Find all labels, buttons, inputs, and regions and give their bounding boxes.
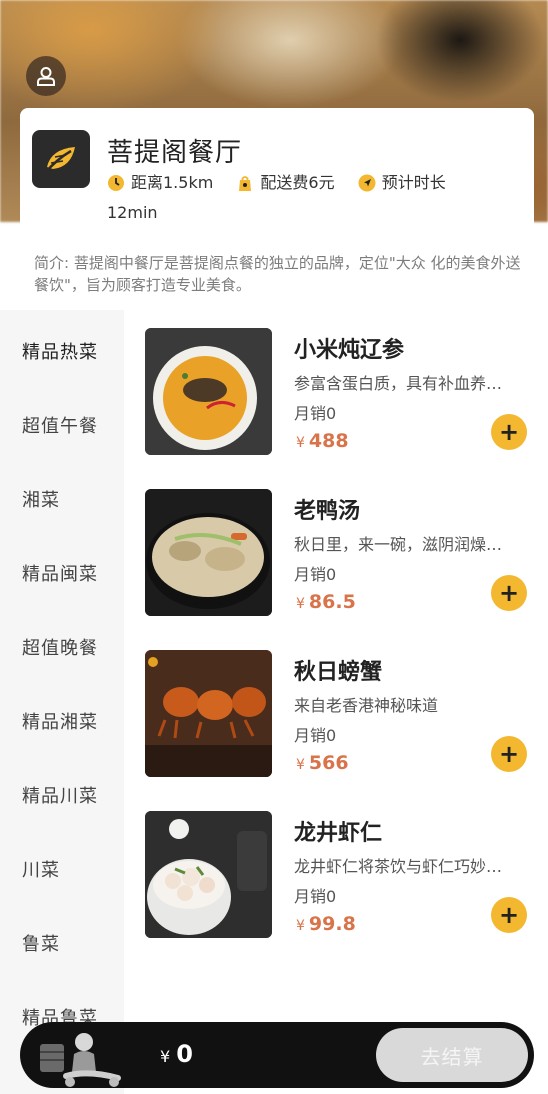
category-item[interactable]: 超值午餐	[22, 412, 98, 438]
plus-icon: +	[498, 579, 520, 607]
distance-info: 距离1.5km	[107, 170, 213, 196]
plus-icon: +	[498, 418, 520, 446]
dish-name: 老鸭汤	[294, 499, 361, 524]
dish-name: 小米炖辽参	[294, 338, 405, 363]
delivery-fee-text: 配送费6元	[260, 173, 335, 192]
cart-total: ¥0	[160, 1040, 193, 1068]
dish-image	[145, 328, 272, 455]
dish-price: ¥488	[296, 430, 349, 452]
dish-name: 秋日螃蟹	[294, 660, 383, 685]
add-to-cart-button[interactable]: +	[491, 575, 527, 611]
currency-symbol: ¥	[296, 596, 305, 612]
eta-label: 预计时长	[381, 173, 446, 192]
dish-sales: 月销0	[294, 404, 337, 423]
dish-sales: 月销0	[294, 565, 337, 584]
navigation-icon	[358, 174, 376, 192]
category-sidebar: 精品热菜 超值午餐 湘菜 精品闽菜 超值晚餐 精品湘菜 精品川菜 川菜 鲁菜 精…	[0, 310, 124, 1094]
dish-sales: 月销0	[294, 726, 337, 745]
category-item[interactable]: 精品湘菜	[22, 708, 98, 734]
dish-description: 来自老香港神秘味道	[294, 696, 439, 715]
currency-symbol: ¥	[160, 1047, 171, 1066]
price-value: 566	[308, 752, 349, 774]
category-item[interactable]: 湘菜	[22, 486, 60, 512]
bag-icon	[236, 174, 254, 192]
restaurant-logo	[32, 130, 90, 188]
add-to-cart-button[interactable]: +	[491, 736, 527, 772]
dish-sales: 月销0	[294, 887, 337, 906]
leaf-icon	[44, 147, 75, 174]
dish-item[interactable]: 小米炖辽参 参富含蛋白质，具有补血养颜之功效 月销0 ¥488 +	[145, 328, 535, 458]
dish-image	[145, 650, 272, 777]
category-item[interactable]: 精品川菜	[22, 782, 98, 808]
dish-item[interactable]: 秋日螃蟹 来自老香港神秘味道 月销0 ¥566 +	[145, 650, 535, 780]
category-item[interactable]: 鲁菜	[22, 930, 60, 956]
currency-symbol: ¥	[296, 918, 305, 934]
eta-info: 预计时长	[358, 170, 446, 196]
delivery-fee-info: 配送费6元	[236, 170, 335, 196]
user-avatar-button[interactable]	[26, 56, 66, 96]
restaurant-name: 菩提阁餐厅	[107, 138, 243, 168]
restaurant-intro: 简介: 菩提阁中餐厅是菩提阁点餐的独立的品牌，定位"大众 化的美食外送餐饮"，旨…	[34, 254, 521, 294]
dish-description: 秋日里，来一碗，滋阴润燥好味道	[294, 535, 504, 554]
plus-icon: +	[498, 740, 520, 768]
category-item[interactable]: 精品闽菜	[22, 560, 98, 586]
cart-bar: ¥0 去结算	[20, 1022, 534, 1088]
plus-icon: +	[498, 901, 520, 929]
restaurant-info-card: 菩提阁餐厅 距离1.5km 配送费6元 预计时长 12min 简介: 菩提阁中餐…	[20, 108, 534, 294]
currency-symbol: ¥	[296, 757, 305, 773]
clock-icon	[107, 174, 125, 192]
price-value: 488	[308, 430, 349, 452]
category-item[interactable]: 精品热菜	[22, 338, 98, 364]
category-item[interactable]: 川菜	[22, 856, 60, 882]
currency-symbol: ¥	[296, 435, 305, 451]
dish-item[interactable]: 龙井虾仁 龙井虾仁将茶饮与虾仁巧妙结合 月销0 ¥99.8 +	[145, 811, 535, 941]
price-value: 99.8	[308, 913, 356, 935]
dish-price: ¥566	[296, 752, 349, 774]
user-icon	[37, 67, 55, 86]
price-value: 86.5	[308, 591, 356, 613]
dish-price: ¥86.5	[296, 591, 356, 613]
cart-total-value: 0	[176, 1040, 193, 1068]
checkout-button[interactable]: 去结算	[376, 1028, 528, 1082]
dish-item[interactable]: 老鸭汤 秋日里，来一碗，滋阴润燥好味道 月销0 ¥86.5 +	[145, 489, 535, 619]
dish-name: 龙井虾仁	[294, 821, 383, 846]
add-to-cart-button[interactable]: +	[491, 414, 527, 450]
dish-description: 龙井虾仁将茶饮与虾仁巧妙结合	[294, 857, 504, 876]
dish-image	[145, 489, 272, 616]
eta-value: 12min	[107, 203, 158, 222]
dish-image	[145, 811, 272, 938]
distance-text: 距离1.5km	[131, 173, 214, 192]
add-to-cart-button[interactable]: +	[491, 897, 527, 933]
cart-icon[interactable]	[38, 1032, 138, 1088]
dish-price: ¥99.8	[296, 913, 356, 935]
restaurant-meta: 距离1.5km 配送费6元 预计时长 12min	[107, 170, 517, 226]
category-item[interactable]: 超值晚餐	[22, 634, 98, 660]
dish-description: 参富含蛋白质，具有补血养颜之功效	[294, 374, 504, 393]
